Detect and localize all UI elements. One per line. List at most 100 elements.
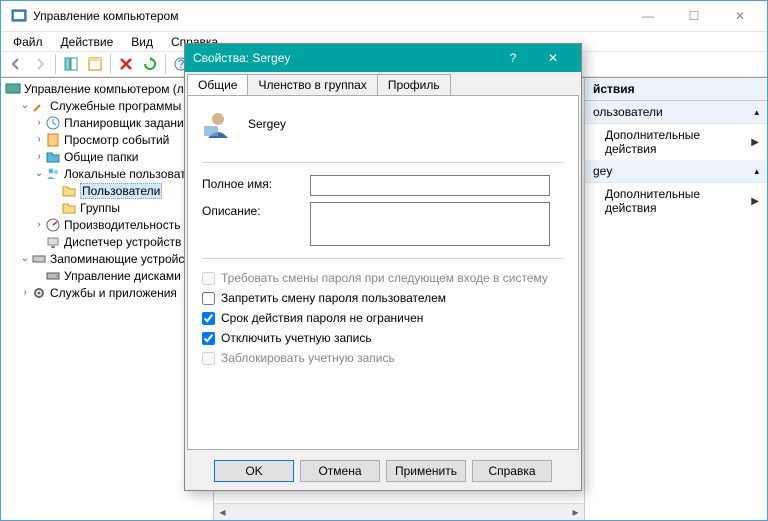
description-row: Описание: bbox=[202, 202, 564, 246]
close-button[interactable]: ✕ bbox=[717, 1, 763, 31]
window-title: Управление компьютером bbox=[33, 9, 625, 23]
show-tree-button[interactable] bbox=[60, 53, 82, 75]
tree-users[interactable]: Пользователи bbox=[1, 182, 213, 199]
chk-mustchange-label: Требовать смены пароля при следующем вхо… bbox=[221, 271, 548, 285]
chk-neverexpire-label: Срок действия пароля не ограничен bbox=[221, 311, 423, 325]
collapse-icon: ▴ bbox=[754, 166, 759, 177]
chk-neverexpire-row: Срок действия пароля не ограничен bbox=[202, 311, 564, 325]
user-icon bbox=[202, 108, 234, 140]
properties-button[interactable] bbox=[84, 53, 106, 75]
chk-neverexpire[interactable] bbox=[202, 312, 215, 325]
chk-locked bbox=[202, 352, 215, 365]
dialog-titlebar[interactable]: Свойства: Sergey ? ✕ bbox=[185, 44, 581, 72]
tree-perf[interactable]: ›Производительность bbox=[1, 216, 213, 233]
fullname-label: Полное имя: bbox=[202, 175, 302, 191]
tab-general[interactable]: Общие bbox=[187, 74, 248, 95]
tree-localusers[interactable]: ⌄Локальные пользоват bbox=[1, 165, 213, 182]
tree-diskmgr[interactable]: Управление дисками bbox=[1, 267, 213, 284]
tools-icon bbox=[31, 98, 47, 114]
scroll-left-icon[interactable]: ◂ bbox=[214, 504, 231, 521]
user-header: Sergey bbox=[202, 108, 564, 140]
dialog-close-button[interactable]: ✕ bbox=[533, 44, 573, 72]
maximize-button[interactable]: ☐ bbox=[671, 1, 717, 31]
tree-events[interactable]: ›Просмотр событий bbox=[1, 131, 213, 148]
computer-icon bbox=[5, 81, 21, 97]
events-icon bbox=[45, 132, 61, 148]
expand-icon[interactable]: › bbox=[33, 219, 45, 230]
chevron-right-icon: ▶ bbox=[751, 137, 759, 148]
storage-icon bbox=[31, 251, 47, 267]
dialog-buttons: OK Отмена Применить Справка bbox=[185, 452, 581, 490]
menu-file[interactable]: Файл bbox=[5, 33, 51, 51]
fullname-input[interactable] bbox=[310, 175, 550, 196]
perf-icon bbox=[45, 217, 61, 233]
dialog-help-button[interactable]: ? bbox=[493, 44, 533, 72]
tab-profile[interactable]: Профиль bbox=[377, 74, 451, 95]
actions-section-users[interactable]: ользователи▴ bbox=[585, 101, 767, 124]
refresh-button[interactable] bbox=[139, 53, 161, 75]
actions-section-user[interactable]: gey▴ bbox=[585, 160, 767, 183]
chk-disabled-row: Отключить учетную запись bbox=[202, 331, 564, 345]
actions-header: йствия bbox=[585, 78, 767, 101]
separator bbox=[202, 162, 564, 163]
tree-groups[interactable]: Группы bbox=[1, 199, 213, 216]
folder-icon bbox=[45, 149, 61, 165]
forward-button[interactable] bbox=[29, 53, 51, 75]
help-button[interactable]: Справка bbox=[472, 460, 552, 482]
scroll-right-icon[interactable]: ▸ bbox=[567, 504, 584, 521]
tree-services[interactable]: ›Службы и приложения bbox=[1, 284, 213, 301]
menu-action[interactable]: Действие bbox=[53, 33, 122, 51]
chk-disabled[interactable] bbox=[202, 332, 215, 345]
chk-cantchange[interactable] bbox=[202, 292, 215, 305]
users-icon bbox=[45, 166, 61, 182]
expand-icon[interactable]: › bbox=[33, 151, 45, 162]
minimize-button[interactable]: — bbox=[625, 1, 671, 31]
tree-root[interactable]: Управление компьютером (л bbox=[1, 80, 213, 97]
horizontal-scrollbar[interactable]: ◂ ▸ bbox=[214, 503, 584, 520]
tab-member[interactable]: Членство в группах bbox=[247, 74, 377, 95]
username-label: Sergey bbox=[248, 117, 286, 131]
tree-storage[interactable]: ⌄Запоминающие устройст bbox=[1, 250, 213, 267]
back-button[interactable] bbox=[5, 53, 27, 75]
separator bbox=[202, 258, 564, 259]
tree-devmgr[interactable]: Диспетчер устройств bbox=[1, 233, 213, 250]
chk-cantchange-label: Запретить смену пароля пользователем bbox=[221, 291, 446, 305]
expand-icon[interactable]: › bbox=[19, 287, 31, 298]
fullname-row: Полное имя: bbox=[202, 175, 564, 196]
chk-mustchange-row: Требовать смены пароля при следующем вхо… bbox=[202, 271, 564, 285]
actions-panel: йствия ользователи▴ Дополнительные дейст… bbox=[584, 78, 767, 520]
expand-icon[interactable]: › bbox=[33, 134, 45, 145]
chevron-right-icon: ▶ bbox=[751, 196, 759, 207]
folder-icon bbox=[61, 200, 77, 216]
expand-icon[interactable]: › bbox=[33, 117, 45, 128]
chk-locked-label: Заблокировать учетную запись bbox=[221, 351, 395, 365]
cancel-button[interactable]: Отмена bbox=[300, 460, 380, 482]
tree-scheduler[interactable]: ›Планировщик заданий bbox=[1, 114, 213, 131]
delete-button[interactable] bbox=[115, 53, 137, 75]
collapse-icon[interactable]: ⌄ bbox=[19, 253, 31, 264]
disk-icon bbox=[45, 268, 61, 284]
app-icon bbox=[11, 8, 27, 24]
actions-more-2[interactable]: Дополнительные действия▶ bbox=[585, 183, 767, 219]
actions-more-1[interactable]: Дополнительные действия▶ bbox=[585, 124, 767, 160]
chk-disabled-label: Отключить учетную запись bbox=[221, 331, 372, 345]
titlebar: Управление компьютером — ☐ ✕ bbox=[1, 1, 767, 31]
apply-button[interactable]: Применить bbox=[386, 460, 466, 482]
tree-tools[interactable]: ⌄Служебные программы bbox=[1, 97, 213, 114]
chk-locked-row: Заблокировать учетную запись bbox=[202, 351, 564, 365]
toolbar-sep bbox=[110, 54, 111, 74]
window-controls: — ☐ ✕ bbox=[625, 1, 763, 31]
toolbar-sep bbox=[165, 54, 166, 74]
tabstrip: Общие Членство в группах Профиль bbox=[185, 72, 581, 95]
toolbar-sep bbox=[55, 54, 56, 74]
description-input[interactable] bbox=[310, 202, 550, 246]
menu-view[interactable]: Вид bbox=[123, 33, 161, 51]
ok-button[interactable]: OK bbox=[214, 460, 294, 482]
collapse-icon[interactable]: ⌄ bbox=[33, 168, 45, 179]
collapse-icon[interactable]: ⌄ bbox=[19, 100, 31, 111]
folder-icon bbox=[61, 183, 77, 199]
tree-shared[interactable]: ›Общие папки bbox=[1, 148, 213, 165]
services-icon bbox=[31, 285, 47, 301]
tree-panel[interactable]: Управление компьютером (л ⌄Служебные про… bbox=[1, 78, 214, 520]
chk-cantchange-row: Запретить смену пароля пользователем bbox=[202, 291, 564, 305]
